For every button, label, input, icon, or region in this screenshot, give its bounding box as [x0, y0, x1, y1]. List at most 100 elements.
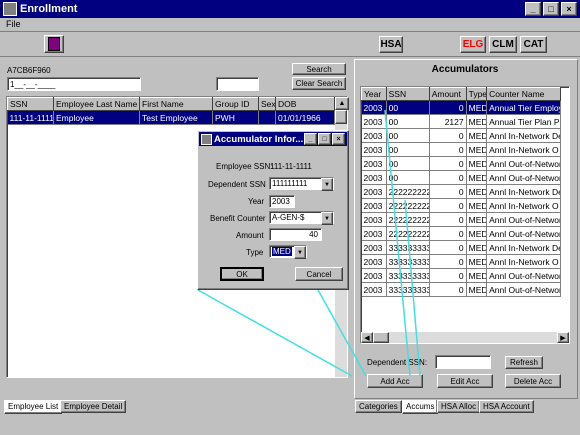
tab-employee-list[interactable]: Employee List — [4, 400, 63, 414]
tab-hsa-alloc[interactable]: HSA Alloc — [437, 400, 481, 413]
record-id: A7CB6F960 — [7, 66, 51, 75]
column-header-group-id[interactable]: Group ID — [212, 97, 259, 111]
secondary-search-input[interactable] — [216, 77, 259, 91]
benefit-counter-selected: A-GEN-$ — [272, 213, 305, 222]
dependent-ssn-select[interactable]: 111111111 ▼ — [269, 177, 334, 191]
scroll-thumb[interactable] — [335, 110, 347, 124]
table-row[interactable]: 2003 222222222 0 MED Annl Out-of-Networ — [361, 226, 561, 241]
cell-counter-name: Annl In-Network O — [486, 198, 561, 213]
column-header-dob[interactable]: DOB — [275, 97, 335, 111]
cell-year: 2003 — [361, 212, 387, 227]
ok-button[interactable]: OK — [220, 267, 264, 281]
column-header-year[interactable]: Year — [361, 87, 387, 101]
column-header-first-name[interactable]: First Name — [139, 97, 213, 111]
dialog-minimize-button[interactable]: _ — [304, 133, 317, 145]
table-row[interactable]: 2003 00 0 MED Annl Out-of-Networ — [361, 170, 561, 185]
cancel-button[interactable]: Cancel — [295, 267, 343, 281]
chevron-down-icon[interactable]: ▼ — [294, 246, 306, 259]
cell-type: MED — [466, 184, 488, 199]
accumulators-panel: Accumulators Year SSN Amount Type Counte… — [354, 59, 578, 399]
cat-button[interactable]: CAT — [520, 36, 547, 53]
cell-ssn: 333333333 — [386, 240, 430, 255]
cell-year: 2003 — [361, 184, 387, 199]
table-row[interactable]: 2003 333333333 0 MED Annl In-Network O — [361, 254, 561, 269]
table-row[interactable]: 111-11-1111 Employee Test Employee PWH 0… — [7, 110, 335, 125]
table-row[interactable]: 2003 222222222 0 MED Annl In-Network De — [361, 184, 561, 199]
table-row[interactable]: 2003 222222222 0 MED Annl In-Network O — [361, 198, 561, 213]
table-row[interactable]: 2003 00 0 MED Annl In-Network O — [361, 142, 561, 157]
cell-counter-name: Annl In-Network De — [486, 184, 561, 199]
chevron-down-icon[interactable]: ▼ — [321, 212, 333, 225]
tab-hsa-account[interactable]: HSA Account — [479, 400, 534, 413]
accumulators-table: Year SSN Amount Type Counter Name 2003 00… — [361, 87, 561, 297]
building-icon — [48, 37, 60, 51]
cell-year: 2003 — [361, 170, 387, 185]
accumulators-hscrollbar[interactable]: ◀ ▶ — [361, 332, 569, 343]
scroll-left-arrow[interactable]: ◀ — [361, 332, 373, 343]
hscroll-thumb[interactable] — [373, 332, 389, 343]
clm-button[interactable]: CLM — [489, 36, 517, 53]
ssn-search-input[interactable]: 1__-__-____ — [7, 77, 141, 91]
dependent-ssn-input[interactable] — [435, 355, 491, 369]
refresh-button[interactable]: Refresh — [505, 356, 543, 369]
benefit-counter-select[interactable]: A-GEN-$ ▼ — [269, 211, 334, 225]
table-row[interactable]: 2003 333333333 0 MED Annl Out-of-Networ — [361, 268, 561, 283]
cell-amount: 0 — [429, 142, 467, 157]
cell-type: MED — [466, 100, 488, 115]
scroll-right-arrow[interactable]: ▶ — [557, 332, 569, 343]
add-acc-button[interactable]: Add Acc — [367, 374, 423, 388]
dialog-maximize-button[interactable]: □ — [318, 133, 331, 145]
table-row[interactable]: 2003 333333333 0 MED Annl Out-of-Networ — [361, 282, 561, 297]
search-button[interactable]: Search — [292, 63, 346, 75]
hsa-button[interactable]: HSA — [379, 36, 403, 53]
cell-year: 2003 — [361, 268, 387, 283]
close-button[interactable]: × — [561, 2, 577, 16]
delete-acc-button[interactable]: Delete Acc — [505, 374, 561, 388]
tab-accums[interactable]: Accums — [402, 400, 439, 414]
cell-ssn: 00 — [386, 100, 430, 115]
dependent-ssn-selected: 111111111 — [272, 179, 308, 188]
clear-search-button[interactable]: Clear Search — [292, 77, 346, 90]
cell-ssn: 222222222 — [386, 198, 430, 213]
menu-file[interactable]: File — [6, 19, 21, 29]
window-title: Enrollment — [20, 3, 78, 15]
amount-input[interactable]: 40 — [269, 228, 322, 241]
column-header-sex[interactable]: Sex — [258, 97, 276, 111]
cell-ssn: 222222222 — [386, 212, 430, 227]
cell-year: 2003 — [361, 198, 387, 213]
column-header-ssn[interactable]: SSN — [385, 87, 430, 101]
edit-acc-button[interactable]: Edit Acc — [437, 374, 493, 388]
table-row[interactable]: 2003 00 0 MED Annl Out-of-Networ — [361, 156, 561, 171]
year-input[interactable]: 2003 — [269, 195, 295, 208]
employee-ssn-value: 111-11-1111 — [270, 162, 312, 171]
table-row[interactable]: 2003 333333333 0 MED Annl In-Network De — [361, 240, 561, 255]
employee-icon-button[interactable] — [44, 35, 64, 53]
column-header-counter-name[interactable]: Counter Name — [486, 87, 561, 101]
table-row[interactable]: 2003 222222222 0 MED Annl Out-of-Networ — [361, 212, 561, 227]
employee-ssn-label: Employee SSN: — [216, 162, 273, 171]
scroll-up-arrow[interactable]: ▲ — [335, 97, 349, 110]
column-header-type[interactable]: Type — [465, 87, 488, 101]
table-row[interactable]: 2003 00 2127 MED Annual Tier Plan P — [361, 114, 561, 129]
table-row[interactable]: 2003 00 0 MED Annl In-Network De — [361, 128, 561, 143]
maximize-button[interactable]: □ — [543, 2, 559, 16]
right-tab-strip: Categories Accums HSA Alloc HSA Account — [355, 400, 579, 414]
elg-button[interactable]: ELG — [460, 36, 486, 53]
cell-sex — [258, 110, 276, 125]
type-select[interactable]: MED ▼ — [269, 245, 307, 259]
column-header-amount[interactable]: Amount — [428, 87, 467, 101]
column-header-last-name[interactable]: Employee Last Name — [53, 97, 140, 111]
cell-ssn: 222222222 — [386, 184, 430, 199]
table-row[interactable]: 2003 00 0 MED Annual Tier Employ — [361, 100, 561, 115]
employee-table-header: SSN Employee Last Name First Name Group … — [7, 97, 335, 111]
accumulators-table-header: Year SSN Amount Type Counter Name — [361, 87, 561, 101]
minimize-button[interactable]: _ — [525, 2, 541, 16]
dialog-close-button[interactable]: × — [332, 133, 345, 145]
column-header-ssn[interactable]: SSN — [7, 97, 54, 111]
chevron-down-icon[interactable]: ▼ — [321, 178, 333, 191]
cell-amount: 0 — [429, 226, 467, 241]
tab-employee-detail[interactable]: Employee Detail — [60, 400, 127, 413]
tab-categories[interactable]: Categories — [355, 400, 402, 413]
cell-ssn: 00 — [386, 142, 430, 157]
cell-counter-name: Annl In-Network O — [486, 254, 561, 269]
